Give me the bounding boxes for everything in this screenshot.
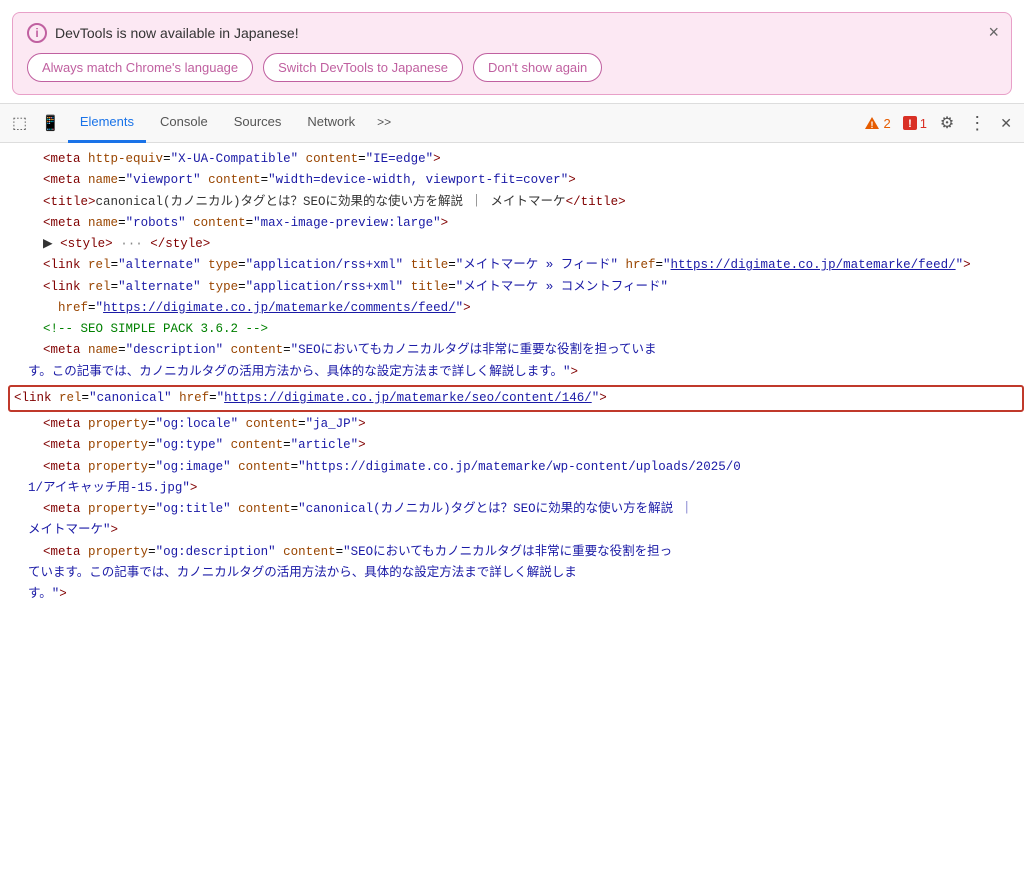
- close-icon: ✕: [1000, 115, 1012, 132]
- tab-console[interactable]: Console: [148, 103, 220, 143]
- dont-show-again-button[interactable]: Don't show again: [473, 53, 602, 82]
- error-count: 1: [920, 116, 927, 131]
- code-line-15: <meta property="og:description" content=…: [12, 542, 1024, 606]
- tab-network[interactable]: Network: [295, 103, 367, 143]
- notification-buttons: Always match Chrome's language Switch De…: [27, 53, 997, 82]
- code-line-2: <meta name="viewport" content="width=dev…: [12, 170, 1024, 191]
- code-line-8: <!-- SEO SIMPLE PACK 3.6.2 -->: [12, 319, 1024, 340]
- inspect-icon: ⬚: [12, 113, 27, 133]
- notification-title-row: i DevTools is now available in Japanese!…: [27, 23, 997, 43]
- info-icon: i: [27, 23, 47, 43]
- code-line-13: <meta property="og:image" content="https…: [12, 457, 1024, 500]
- notification-banner: i DevTools is now available in Japanese!…: [12, 12, 1012, 95]
- error-icon: !: [903, 116, 917, 130]
- code-line-5[interactable]: ▶ <style> ··· </style>: [12, 234, 1024, 255]
- warning-icon: !: [864, 116, 880, 130]
- warning-badge[interactable]: ! 2: [859, 114, 895, 133]
- devtools-toolbar: ⬚ 📱 Elements Console Sources Network >> …: [0, 103, 1024, 143]
- warning-count: 2: [883, 116, 890, 131]
- tab-more[interactable]: >>: [369, 103, 399, 143]
- code-line-3: <title>canonical(カノニカル)タグとは？SEOに効果的な使い方を…: [12, 192, 1024, 213]
- notification-close-button[interactable]: ×: [988, 23, 999, 41]
- svg-text:!: !: [908, 118, 912, 130]
- switch-japanese-button[interactable]: Switch DevTools to Japanese: [263, 53, 463, 82]
- code-panel: <meta http-equiv="X-UA-Compatible" conte…: [0, 143, 1024, 743]
- gear-icon: ⚙: [940, 113, 954, 133]
- notification-title: DevTools is now available in Japanese!: [55, 25, 299, 41]
- code-line-6: <link rel="alternate" type="application/…: [12, 255, 1024, 276]
- svg-text:!: !: [871, 120, 874, 130]
- dots-icon: ⋮: [968, 113, 986, 134]
- settings-button[interactable]: ⚙: [934, 109, 960, 137]
- code-line-14: <meta property="og:title" content="canon…: [12, 499, 1024, 542]
- inspect-element-button[interactable]: ⬚: [6, 109, 33, 137]
- error-badge[interactable]: ! 1: [898, 114, 932, 133]
- code-line-7: <link rel="alternate" type="application/…: [12, 277, 1024, 320]
- close-devtools-button[interactable]: ✕: [994, 111, 1018, 136]
- device-toolbar-button[interactable]: 📱: [35, 110, 66, 136]
- code-line-highlighted[interactable]: <link rel="canonical" href="https://digi…: [8, 385, 1024, 412]
- tab-sources[interactable]: Sources: [222, 103, 294, 143]
- code-line-1: <meta http-equiv="X-UA-Compatible" conte…: [12, 149, 1024, 170]
- code-line-9: <meta name="description" content="SEOにおい…: [12, 340, 1024, 383]
- code-line-12: <meta property="og:type" content="articl…: [12, 435, 1024, 456]
- more-options-button[interactable]: ⋮: [962, 109, 992, 138]
- tab-elements[interactable]: Elements: [68, 103, 146, 143]
- code-line-4: <meta name="robots" content="max-image-p…: [12, 213, 1024, 234]
- code-line-11: <meta property="og:locale" content="ja_J…: [12, 414, 1024, 435]
- match-language-button[interactable]: Always match Chrome's language: [27, 53, 253, 82]
- device-icon: 📱: [41, 114, 60, 132]
